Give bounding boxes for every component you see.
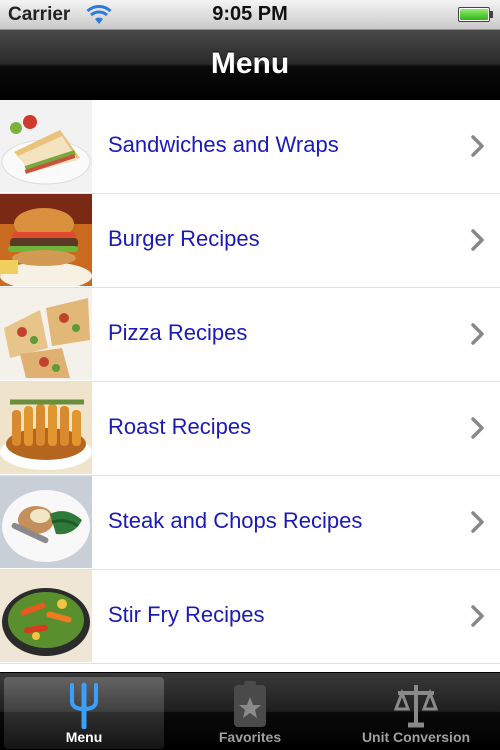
list-item-label: Pizza Recipes bbox=[108, 320, 248, 345]
pizza-thumbnail bbox=[0, 288, 92, 380]
tab-label: Unit Conversion bbox=[361, 729, 471, 745]
tab-favorites[interactable]: Favorites bbox=[170, 677, 330, 749]
roast-thumbnail bbox=[0, 382, 92, 474]
burger-thumbnail bbox=[0, 194, 92, 286]
page-title: Menu bbox=[210, 47, 290, 80]
steak-thumbnail bbox=[0, 476, 92, 568]
chevron-right-icon bbox=[471, 417, 484, 439]
tab-label: Menu bbox=[65, 729, 103, 745]
list-item-label: Burger Recipes bbox=[108, 226, 260, 251]
chevron-right-icon bbox=[471, 229, 484, 251]
list-item-roast[interactable]: Roast Recipes bbox=[0, 382, 500, 476]
tab-label: Favorites bbox=[218, 729, 282, 745]
list-item-pizza[interactable]: Pizza Recipes bbox=[0, 288, 500, 382]
tab-menu[interactable]: Menu bbox=[4, 677, 164, 749]
sandwich-thumbnail bbox=[0, 100, 92, 192]
list-item-label: Sandwiches and Wraps bbox=[108, 132, 339, 157]
star-icon bbox=[234, 681, 266, 727]
list-item-stirfry[interactable]: Stir Fry Recipes bbox=[0, 570, 500, 664]
list-item-sandwiches[interactable]: Sandwiches and Wraps bbox=[0, 100, 500, 194]
list-item-label: Stir Fry Recipes bbox=[108, 602, 265, 627]
scale-icon bbox=[394, 685, 438, 728]
chevron-right-icon bbox=[471, 511, 484, 533]
battery-icon bbox=[458, 7, 493, 22]
tab-unit-conversion[interactable]: Unit Conversion bbox=[336, 677, 496, 749]
fork-icon bbox=[70, 682, 98, 729]
tab-bar: Menu Favorites Unit Conversion bbox=[0, 672, 500, 750]
list-item-steak[interactable]: Steak and Chops Recipes bbox=[0, 476, 500, 570]
status-bar: Carrier 9:05 PM bbox=[0, 0, 500, 30]
navigation-bar: Menu bbox=[0, 30, 500, 100]
chevron-right-icon bbox=[471, 135, 484, 157]
clock: 9:05 PM bbox=[212, 3, 288, 25]
chevron-right-icon bbox=[471, 605, 484, 627]
chevron-right-icon bbox=[471, 323, 484, 345]
list-item-label: Steak and Chops Recipes bbox=[108, 508, 363, 533]
recipe-category-list[interactable]: Sandwiches and Wraps Burger Recipes Pizz… bbox=[0, 100, 500, 672]
stirfry-thumbnail bbox=[0, 570, 92, 662]
list-item-label: Roast Recipes bbox=[108, 414, 252, 439]
list-item-burger[interactable]: Burger Recipes bbox=[0, 194, 500, 288]
